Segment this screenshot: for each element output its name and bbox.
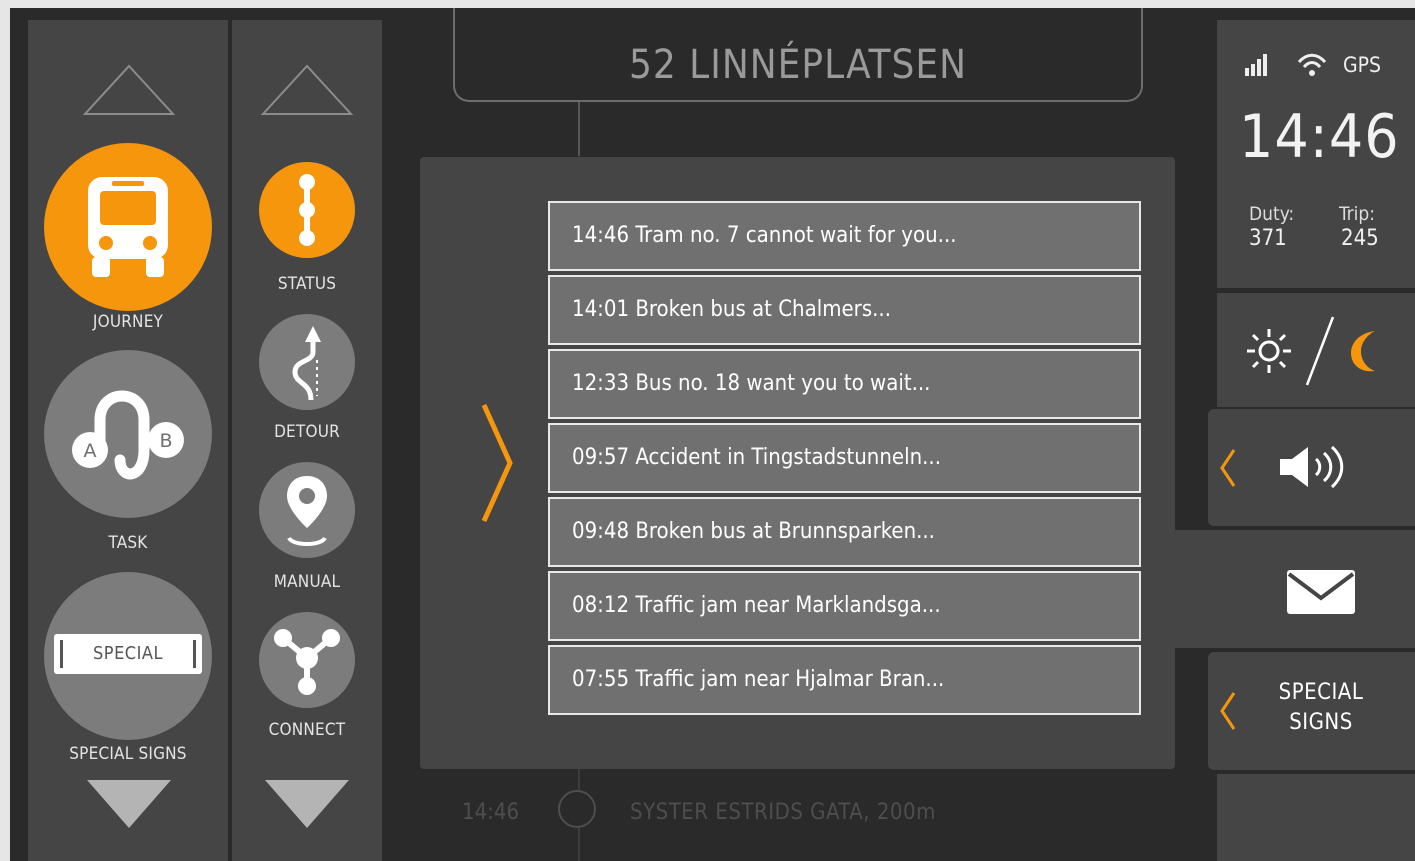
location-pin-icon — [287, 476, 327, 546]
next-stop-name: SYSTER ESTRIDS GATA, 200m — [630, 800, 936, 825]
special-signs-nav-label: SPECIAL SIGNS — [69, 744, 187, 764]
connect-icon — [274, 629, 340, 695]
task-label: TASK — [108, 533, 148, 553]
task-button[interactable]: A B — [44, 350, 212, 518]
scroll-up-arrow-icon[interactable] — [259, 62, 355, 118]
moon-icon — [1351, 331, 1375, 372]
special-signs-nav-button[interactable]: SPECIAL — [44, 572, 212, 740]
chevron-left-icon — [1220, 692, 1236, 730]
scroll-up-arrow-icon[interactable] — [81, 62, 177, 118]
bus-icon — [88, 177, 168, 277]
chevron-left-icon — [1220, 449, 1236, 487]
svg-text:B: B — [159, 430, 172, 452]
next-stop-marker — [558, 790, 596, 828]
empty-slot — [1217, 774, 1415, 861]
status-panel: GPS 14:46 Duty: 371 Trip: 245 — [1217, 20, 1415, 288]
screen: JOURNEY A B TASK SPECIAL SPECIAL SIGNS S… — [10, 8, 1415, 861]
message-row[interactable]: 08:12 Traffic jam near Marklandsga... — [548, 571, 1141, 641]
special-sign-icon: SPECIAL — [54, 634, 202, 674]
message-tab[interactable] — [1141, 530, 1415, 648]
message-row[interactable]: 14:46 Tram no. 7 cannot wait for you... — [548, 201, 1141, 271]
primary-nav-column: JOURNEY A B TASK SPECIAL SPECIAL SIGNS — [28, 20, 228, 861]
message-row[interactable]: 12:33 Bus no. 18 want you to wait... — [548, 349, 1141, 419]
special-signs-button[interactable]: SPECIAL SIGNS — [1208, 652, 1415, 770]
volume-button[interactable] — [1208, 409, 1415, 526]
wifi-icon — [1297, 53, 1327, 76]
message-row[interactable]: 09:48 Broken bus at Brunnsparken... — [548, 497, 1141, 567]
special-signs-line1: SPECIAL — [1278, 680, 1364, 705]
duty-label: Duty: — [1249, 203, 1295, 225]
connect-label: CONNECT — [268, 720, 346, 740]
special-sign-text: SPECIAL — [93, 643, 163, 664]
signal-strength-icon — [1245, 54, 1267, 76]
message-row[interactable]: 09:57 Accident in Tingstadstunneln... — [548, 423, 1141, 493]
status-label: STATUS — [277, 274, 337, 294]
clock: 14:46 — [1239, 102, 1400, 172]
scroll-down-arrow-icon[interactable] — [259, 776, 355, 832]
day-night-toggle[interactable] — [1217, 293, 1415, 407]
route-title: 52 LINNÉPLATSEN — [628, 42, 968, 88]
detour-icon — [292, 326, 321, 401]
manual-button[interactable] — [259, 462, 355, 558]
speaker-icon — [1280, 445, 1344, 489]
trip-value: 245 — [1341, 226, 1379, 251]
slash-divider-icon — [1305, 316, 1335, 386]
scroll-down-arrow-icon[interactable] — [81, 776, 177, 832]
manual-label: MANUAL — [273, 572, 341, 592]
route-header: 52 LINNÉPLATSEN — [453, 8, 1143, 102]
next-stop-time: 14:46 — [462, 800, 520, 825]
message-row[interactable]: 07:55 Traffic jam near Hjalmar Bran... — [548, 645, 1141, 715]
chevron-right-icon[interactable] — [478, 401, 518, 525]
journey-label: JOURNEY — [92, 312, 164, 332]
journey-button[interactable] — [44, 143, 212, 311]
secondary-nav-column: STATUS DETOUR MANUAL CONNECT — [232, 20, 382, 861]
duty-value: 371 — [1249, 226, 1287, 251]
svg-text:A: A — [84, 440, 97, 462]
connect-button[interactable] — [259, 612, 355, 708]
detour-label: DETOUR — [274, 422, 340, 442]
status-button[interactable] — [259, 162, 355, 258]
special-signs-line2: SIGNS — [1289, 710, 1353, 735]
message-row[interactable]: 14:01 Broken bus at Chalmers... — [548, 275, 1141, 345]
sun-icon — [1247, 329, 1291, 373]
trip-label: Trip: — [1339, 203, 1376, 225]
route-ab-icon: A B — [72, 390, 184, 480]
gps-label: GPS — [1343, 53, 1382, 77]
envelope-icon — [1287, 570, 1355, 614]
detour-button[interactable] — [259, 314, 355, 410]
status-line-icon — [299, 174, 315, 246]
route-line — [578, 102, 580, 156]
